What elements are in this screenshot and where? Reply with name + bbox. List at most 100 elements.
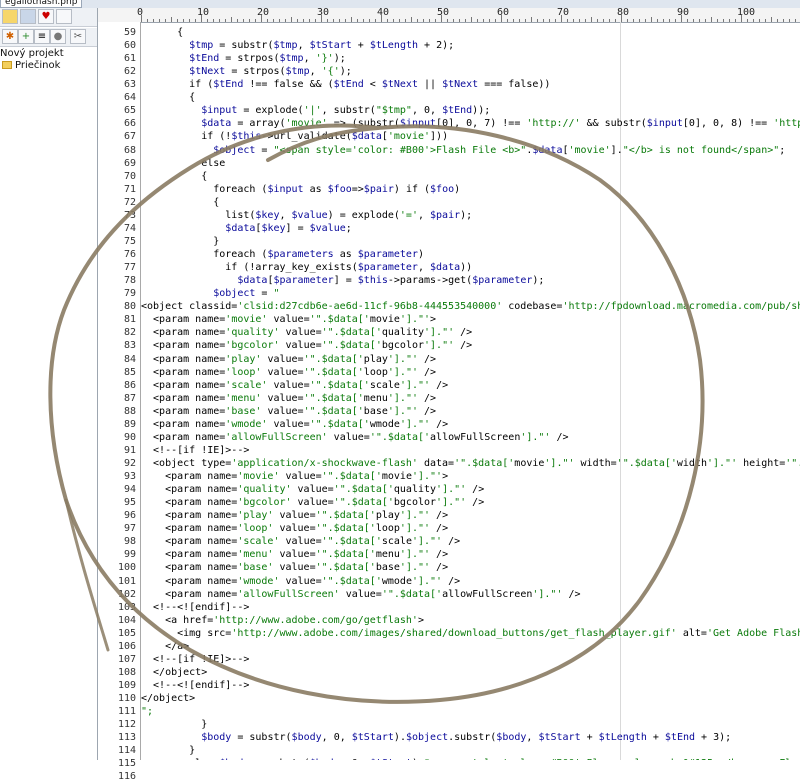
code-line[interactable]: <object type='application/x-shockwave-fl… [141,457,800,470]
code-line[interactable]: <!--[if !IE]>--> [141,444,249,457]
code-line[interactable]: $data = array('movie' => (substr($input[… [141,117,800,130]
code-line[interactable]: <param name='quality' value='".$data['qu… [141,483,484,496]
code-line[interactable]: $data[$key] = $value; [141,222,351,235]
code-line[interactable]: foreach ($input as $foo=>$pair) if ($foo… [141,183,460,196]
code-line[interactable]: <param name='wmode' value='".$data['wmod… [141,575,460,588]
stop-icon[interactable]: ● [50,29,66,44]
ruler-mark: 40 [377,7,390,18]
line-number: 80 [123,301,136,313]
code-line[interactable]: <img src='http://www.adobe.com/images/sh… [141,627,800,640]
disk-icon[interactable] [20,9,36,24]
code-line[interactable]: <param name='wmode' value='".$data['wmod… [141,418,448,431]
code-line[interactable]: <param name='menu' value='".$data['menu'… [141,392,436,405]
line-number: 71 [123,183,136,195]
line-number: 92 [123,457,136,469]
ruler-mark: 30 [317,7,330,18]
tree-item-project[interactable]: Nový projekt [0,48,64,59]
line-number: 60 [123,40,136,52]
line-number: 109 [117,680,136,691]
code-line[interactable]: $input = explode('|', substr("$tmp", 0, … [141,104,490,117]
code-line[interactable]: "; [141,705,153,718]
line-number: 83 [123,340,136,352]
line-number: 112 [117,719,136,731]
code-line[interactable]: if (!$this->url_validate($data['movie'])… [141,130,448,143]
code-line[interactable]: <param name='movie' value='".$data['movi… [141,313,436,326]
code-line[interactable]: } [141,235,219,248]
code-line[interactable]: <param name='base' value='".$data['base'… [141,405,436,418]
code-editor[interactable]: { $tmp = substr($tmp, $tStart + $tLength… [141,22,800,760]
code-line[interactable]: $object = " [141,287,279,300]
code-line[interactable]: <param name='scale' value='".$data['scal… [141,379,448,392]
code-line[interactable]: } [141,718,207,731]
code-line[interactable]: } [141,744,195,757]
code-line[interactable]: <param name='allowFullScreen' value='".$… [141,431,568,444]
code-line[interactable]: $tEnd = strpos($tmp, '}'); [141,52,346,65]
code-line[interactable]: <!--[if !IE]>--> [141,653,249,666]
code-line[interactable]: <param name='loop' value='".$data['loop'… [141,366,436,379]
line-number: 84 [123,353,136,365]
code-line[interactable]: <param name='loop' value='".$data['loop'… [141,522,448,535]
ruler-tick [561,15,562,22]
tools-icon[interactable]: ✂ [70,29,86,44]
code-line[interactable]: </object> [141,666,207,679]
code-line[interactable]: <param name='bgcolor' value='".$data['bg… [141,496,484,509]
code-line[interactable]: <param name='play' value='".$data['play'… [141,509,448,522]
code-line[interactable]: </a> [141,640,189,653]
code-line[interactable]: else [141,157,225,170]
folder-open-icon[interactable] [2,9,18,24]
line-number: 105 [117,627,136,639]
code-line[interactable]: <!--<![endif]--> [141,601,249,614]
ruler-mark: 80 [617,7,630,18]
code-line[interactable]: list($key, $value) = explode('=', $pair)… [141,209,472,222]
ruler-tick [381,15,382,22]
new-file-icon[interactable]: ✱ [2,29,18,44]
code-line[interactable]: <!--<![endif]--> [141,679,249,692]
code-line[interactable]: </object> [141,692,195,705]
code-line[interactable]: $tNext = strpos($tmp, '{'); [141,65,352,78]
code-line[interactable]: <param name='menu' value='".$data['menu'… [141,548,448,561]
code-line[interactable]: { [141,26,183,39]
heart-icon[interactable]: ♥ [38,9,54,24]
line-number: 93 [123,471,136,483]
code-line[interactable]: { [141,91,195,104]
code-line[interactable]: <param name='movie' value='".$data['movi… [141,470,448,483]
code-line[interactable]: <object classid='clsid:d27cdb6e-ae6d-11c… [141,300,800,313]
ruler-tick [321,15,322,22]
file-icon[interactable] [56,9,72,24]
code-line[interactable]: <param name='bgcolor' value='".$data['bg… [141,339,472,352]
line-number: 74 [123,222,136,234]
code-line[interactable]: <param name='scale' value='".$data['scal… [141,535,460,548]
add-icon[interactable]: + [18,29,34,44]
line-number: 72 [123,196,136,208]
code-line[interactable]: <param name='allowFullScreen' value='".$… [141,588,580,601]
line-number: 106 [117,640,136,652]
folder-icon [2,61,12,69]
code-line[interactable]: <param name='base' value='".$data['base'… [141,561,448,574]
code-line[interactable]: $tmp = substr($tmp, $tStart + $tLength +… [141,39,454,52]
code-line[interactable]: $body = substr($body, 0, $tStart).$objec… [141,731,731,744]
code-line[interactable]: <param name='quality' value='".$data['qu… [141,326,472,339]
code-line[interactable]: if ($tEnd !== false && ($tEnd < $tNext |… [141,78,550,91]
code-line[interactable]: if (!array_key_exists($parameter, $data)… [141,261,472,274]
document-tab[interactable]: egallothash.php [0,0,83,8]
code-line[interactable]: <param name='play' value='".$data['play'… [141,353,436,366]
line-number: 113 [117,732,136,744]
code-line[interactable]: foreach ($parameters as $parameter) [141,248,424,261]
line-number: 69 [123,157,136,169]
ruler-mark: 50 [437,7,450,18]
tree-item-folder[interactable]: Priečinok [2,60,60,71]
ruler-tick [741,15,742,22]
line-number: 100 [117,562,136,574]
line-number: 91 [123,444,136,456]
code-line[interactable]: $object = "<span style='color: #B00'>Fla… [141,144,785,157]
ruler-tick [681,15,682,22]
code-line[interactable]: { [141,196,219,209]
list-icon[interactable]: ≡ [34,29,50,44]
line-number: 63 [123,79,136,91]
line-number: 81 [123,314,136,326]
code-line[interactable]: <a href='http://www.adobe.com/go/getflas… [141,614,424,627]
code-line[interactable]: $data[$parameter] = $this->params->get($… [141,274,544,287]
code-line[interactable]: { [141,170,207,183]
line-number: 89 [123,418,136,430]
line-number: 114 [117,745,136,757]
